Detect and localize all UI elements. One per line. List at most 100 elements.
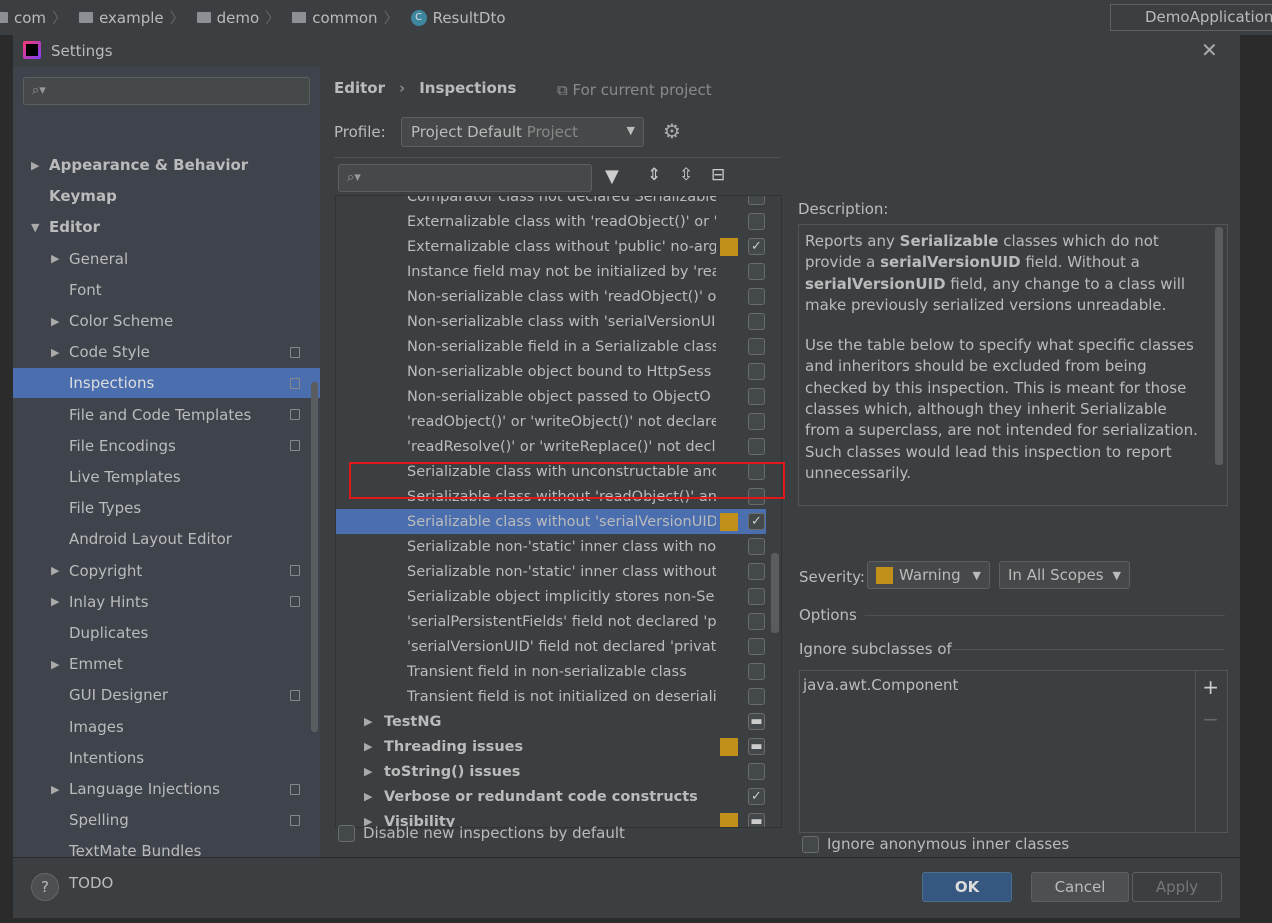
- enable-checkbox[interactable]: ▬: [748, 738, 765, 755]
- chevron-right-icon[interactable]: ▶: [51, 658, 59, 671]
- inspection-row[interactable]: 'serialPersistentFields' field not decla…: [336, 609, 766, 634]
- sidebar-item-android-layout-editor[interactable]: Android Layout Editor: [13, 524, 320, 554]
- enable-checkbox[interactable]: [748, 638, 765, 655]
- chevron-right-icon[interactable]: ▶: [51, 252, 59, 265]
- reset-icon[interactable]: ⊟: [711, 165, 725, 185]
- sidebar-item-inlay-hints[interactable]: ▶ Inlay Hints: [13, 587, 320, 617]
- ok-button[interactable]: OK: [922, 872, 1012, 902]
- sidebar-item-code-style[interactable]: ▶ Code Style: [13, 337, 320, 367]
- sidebar-item-file-and-code-templates[interactable]: File and Code Templates: [13, 400, 320, 430]
- inspection-row[interactable]: Non-serializable field in a Serializable…: [336, 334, 766, 359]
- inspection-row[interactable]: Transient field in non-serializable clas…: [336, 659, 766, 684]
- enable-checkbox[interactable]: [748, 338, 765, 355]
- enable-checkbox[interactable]: [748, 363, 765, 380]
- breadcrumb-editor[interactable]: Editor: [334, 79, 385, 97]
- enable-checkbox[interactable]: [748, 538, 765, 555]
- collapse-all-icon[interactable]: ⇳: [679, 165, 693, 185]
- inspection-group[interactable]: ▶ Verbose or redundant code constructs ✓: [336, 784, 766, 809]
- inspection-row[interactable]: 'serialVersionUID' field not declared 'p…: [336, 634, 766, 659]
- enable-checkbox[interactable]: [748, 413, 765, 430]
- enable-checkbox[interactable]: [748, 196, 765, 205]
- inspection-row[interactable]: 'readResolve()' or 'writeReplace()' not …: [336, 434, 766, 459]
- inspection-group[interactable]: ▶ Threading issues ▬: [336, 734, 766, 759]
- close-icon[interactable]: ✕: [1201, 38, 1218, 62]
- remove-icon[interactable]: −: [1202, 707, 1219, 731]
- scope-select[interactable]: In All Scopes ▼: [999, 561, 1130, 589]
- apply-button[interactable]: Apply: [1132, 872, 1222, 902]
- expand-all-icon[interactable]: ⇕: [647, 165, 661, 185]
- class-list-item[interactable]: java.awt.Component: [800, 671, 1227, 699]
- gear-icon[interactable]: ⚙: [663, 119, 681, 143]
- ignore-anon-row[interactable]: Ignore anonymous inner classes: [802, 835, 1069, 853]
- enable-checkbox[interactable]: [748, 588, 765, 605]
- sidebar-item-appearance-behavior[interactable]: ▶ Appearance & Behavior: [13, 150, 320, 180]
- inspection-row[interactable]: Serializable non-'static' inner class wi…: [336, 559, 766, 584]
- inspection-search-input[interactable]: ⌕▾: [338, 164, 592, 192]
- enable-checkbox[interactable]: [748, 763, 765, 780]
- enable-checkbox[interactable]: [748, 613, 765, 630]
- chevron-right-icon[interactable]: ▶: [51, 595, 59, 608]
- enable-checkbox[interactable]: ▬: [748, 813, 765, 827]
- inspection-group[interactable]: ▶ TestNG ▬: [336, 709, 766, 734]
- sidebar-item-todo[interactable]: TODO: [13, 868, 320, 898]
- help-button[interactable]: ?: [31, 873, 59, 901]
- enable-checkbox[interactable]: ✓: [748, 238, 765, 255]
- inspection-group[interactable]: ▶ toString() issues: [336, 759, 766, 784]
- sidebar-item-language-injections[interactable]: ▶ Language Injections: [13, 774, 320, 804]
- add-icon[interactable]: +: [1202, 675, 1219, 699]
- sidebar-item-live-templates[interactable]: Live Templates: [13, 462, 320, 492]
- inspection-row[interactable]: Non-serializable class with 'serialVersi…: [336, 309, 766, 334]
- sidebar-item-gui-designer[interactable]: GUI Designer: [13, 680, 320, 710]
- chevron-right-icon[interactable]: ▶: [364, 790, 372, 803]
- chevron-right-icon[interactable]: ▶: [51, 346, 59, 359]
- chevron-right-icon[interactable]: ▶: [364, 740, 372, 753]
- sidebar-item-color-scheme[interactable]: ▶ Color Scheme: [13, 306, 320, 336]
- enable-checkbox[interactable]: [748, 288, 765, 305]
- disable-new-checkbox[interactable]: [338, 824, 355, 842]
- enable-checkbox[interactable]: ✓: [748, 788, 765, 805]
- inspection-row[interactable]: Comparator class not declared Serializab…: [336, 196, 766, 209]
- breadcrumb-example[interactable]: example 〉: [79, 7, 191, 28]
- enable-checkbox[interactable]: [748, 438, 765, 455]
- sidebar-item-file-types[interactable]: File Types: [13, 493, 320, 523]
- sidebar-scrollbar[interactable]: [311, 382, 318, 732]
- breadcrumb-common[interactable]: common 〉: [292, 7, 404, 28]
- sidebar-item-duplicates[interactable]: Duplicates: [13, 618, 320, 648]
- sidebar-item-spelling[interactable]: Spelling: [13, 805, 320, 835]
- inspection-row[interactable]: Externalizable class without 'public' no…: [336, 234, 766, 259]
- sidebar-item-textmate-bundles[interactable]: TextMate Bundles: [13, 836, 320, 866]
- settings-search-input[interactable]: ⌕▾: [23, 77, 310, 105]
- chevron-right-icon[interactable]: ▶: [51, 564, 59, 577]
- breadcrumb-com[interactable]: com 〉: [0, 7, 73, 28]
- ignore-anon-checkbox[interactable]: [802, 835, 819, 853]
- sidebar-item-intentions[interactable]: Intentions: [13, 743, 320, 773]
- sidebar-item-images[interactable]: Images: [13, 712, 320, 742]
- sidebar-item-keymap[interactable]: Keymap: [13, 181, 320, 211]
- enable-checkbox[interactable]: [748, 313, 765, 330]
- enable-checkbox[interactable]: [748, 388, 765, 405]
- chevron-right-icon[interactable]: ▶: [51, 783, 59, 796]
- enable-checkbox[interactable]: ▬: [748, 713, 765, 730]
- inspection-row[interactable]: Serializable class without 'serialVersio…: [336, 509, 766, 534]
- filter-icon[interactable]: ▼: [605, 166, 619, 187]
- tree-scrollbar[interactable]: [771, 553, 779, 633]
- inspection-row[interactable]: Non-serializable object passed to Object…: [336, 384, 766, 409]
- cancel-button[interactable]: Cancel: [1031, 872, 1129, 902]
- enable-checkbox[interactable]: [748, 563, 765, 580]
- disable-new-checkbox-row[interactable]: Disable new inspections by default: [338, 824, 625, 842]
- sidebar-item-font[interactable]: Font: [13, 275, 320, 305]
- enable-checkbox[interactable]: [748, 663, 765, 680]
- inspection-row[interactable]: Instance field may not be initialized by…: [336, 259, 766, 284]
- enable-checkbox[interactable]: ✓: [748, 513, 765, 530]
- sidebar-item-general[interactable]: ▶ General: [13, 244, 320, 274]
- sidebar-item-file-encodings[interactable]: File Encodings: [13, 431, 320, 461]
- breadcrumb-file[interactable]: C ResultDto: [410, 9, 506, 27]
- inspection-row[interactable]: Serializable non-'static' inner class wi…: [336, 534, 766, 559]
- severity-select[interactable]: Warning ▼: [867, 561, 990, 589]
- chevron-down-icon[interactable]: ▼: [31, 221, 39, 234]
- enable-checkbox[interactable]: [748, 213, 765, 230]
- sidebar-item-emmet[interactable]: ▶ Emmet: [13, 649, 320, 679]
- inspection-row[interactable]: Non-serializable class with 'readObject(…: [336, 284, 766, 309]
- inspection-row[interactable]: 'readObject()' or 'writeObject()' not de…: [336, 409, 766, 434]
- inspection-row[interactable]: Externalizable class with 'readObject()'…: [336, 209, 766, 234]
